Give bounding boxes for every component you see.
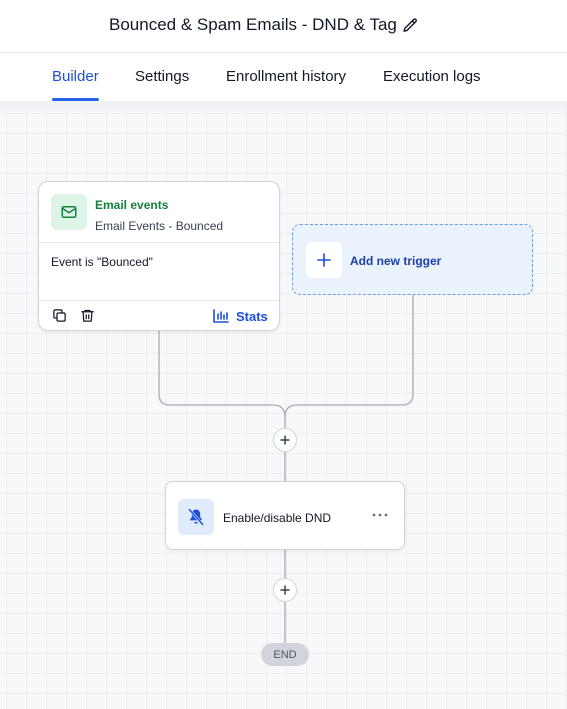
header: Bounced & Spam Emails - DND & Tag <box>0 0 567 52</box>
tab-enrollment-history[interactable]: Enrollment history <box>226 68 346 85</box>
add-step-button[interactable] <box>273 428 297 452</box>
mail-icon <box>61 206 77 218</box>
add-step-button[interactable] <box>273 578 297 602</box>
divider <box>39 242 279 243</box>
action-icon-box <box>178 499 214 535</box>
tab-bar: Builder Settings Enrollment history Exec… <box>0 52 567 101</box>
trigger-condition: Event is "Bounced" <box>51 255 153 269</box>
action-label: Enable/disable DND <box>223 511 332 525</box>
plus-icon-box <box>306 242 342 278</box>
stats-button[interactable]: Stats <box>213 307 268 325</box>
plus-icon <box>280 435 290 445</box>
tab-settings[interactable]: Settings <box>135 68 189 85</box>
stats-label: Stats <box>236 308 268 324</box>
action-card-enable-disable-dnd[interactable]: Enable/disable DND <box>165 481 405 550</box>
end-node: END <box>261 643 309 666</box>
more-options-icon[interactable] <box>371 508 389 522</box>
divider <box>39 300 279 301</box>
tab-execution-logs[interactable]: Execution logs <box>383 68 481 85</box>
pencil-icon[interactable] <box>402 17 419 34</box>
trash-icon[interactable] <box>80 308 95 323</box>
trigger-subtitle: Email Events - Bounced <box>95 219 224 233</box>
trigger-card-email-events[interactable]: Email events Email Events - Bounced Even… <box>38 181 280 331</box>
plus-icon <box>317 253 331 267</box>
add-new-trigger-button[interactable]: Add new trigger <box>292 224 533 295</box>
copy-icon[interactable] <box>52 308 67 323</box>
add-new-trigger-label: Add new trigger <box>350 254 442 268</box>
trigger-name: Email events <box>95 198 169 212</box>
bell-off-icon <box>188 508 204 526</box>
page-title: Bounced & Spam Emails - DND & Tag <box>109 15 397 34</box>
plus-icon <box>280 585 290 595</box>
trigger-icon-box <box>51 194 87 230</box>
bar-chart-icon <box>213 309 229 323</box>
tab-builder[interactable]: Builder <box>52 68 99 85</box>
